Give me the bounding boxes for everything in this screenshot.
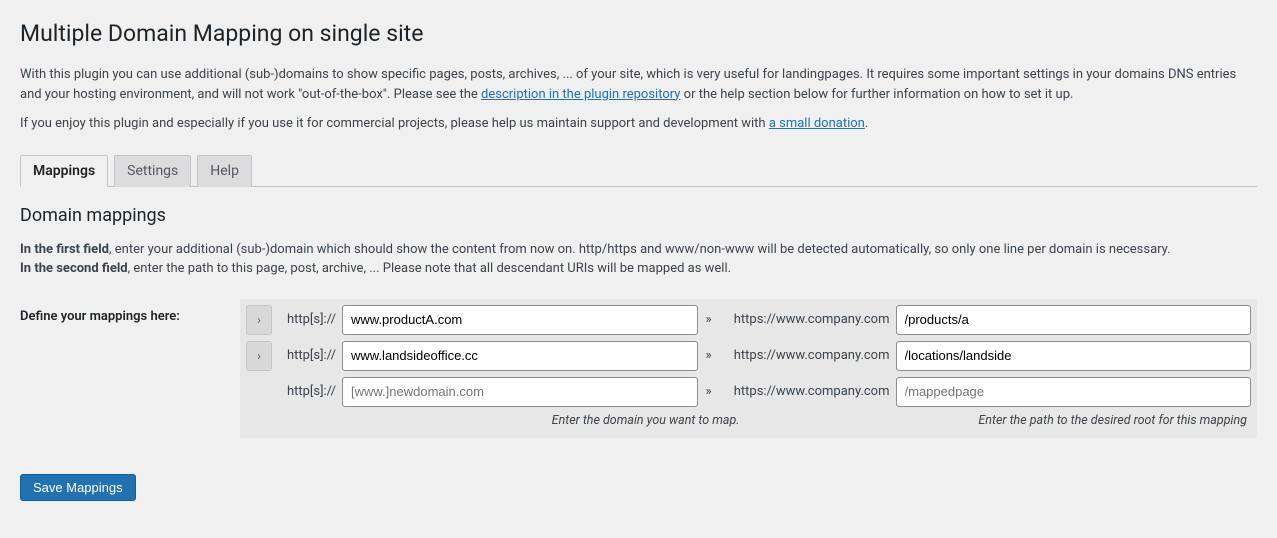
instruction-text-1: , enter your additional (sub-)domain whi… <box>109 242 1171 257</box>
instruction-bold-2: In the second field <box>20 261 128 276</box>
scheme-label: http[s]:// <box>278 384 336 399</box>
instruction-bold-1: In the first field <box>20 242 109 257</box>
path-input-new[interactable] <box>896 377 1252 407</box>
instruction-line-1: In the first field, enter your additiona… <box>20 240 1257 279</box>
tab-mappings[interactable]: Mappings <box>20 155 108 187</box>
mapping-row: › http[s]:// » https://www.company.com <box>246 341 1251 371</box>
arrow-icon: » <box>704 384 714 399</box>
donate-link[interactable]: a small donation <box>769 116 865 131</box>
chevron-right-icon: › <box>257 349 261 363</box>
arrow-icon: » <box>704 312 714 327</box>
chevron-right-icon: › <box>257 313 261 327</box>
repo-link[interactable]: description in the plugin repository <box>481 87 680 102</box>
tab-help[interactable]: Help <box>197 155 252 187</box>
hints-row: Enter the domain you want to map. Enter … <box>246 413 1251 432</box>
arrow-icon: » <box>704 348 714 363</box>
base-url-label: https://www.company.com <box>720 348 890 363</box>
donate-text-2: . <box>865 116 868 131</box>
tab-settings[interactable]: Settings <box>114 155 191 187</box>
path-input[interactable] <box>896 341 1252 371</box>
donate-text-1: If you enjoy this plugin and especially … <box>20 116 769 131</box>
instruction-text-2: , enter the path to this page, post, arc… <box>128 261 731 276</box>
save-mappings-button[interactable]: Save Mappings <box>20 474 136 501</box>
scheme-label: http[s]:// <box>278 312 336 327</box>
domain-hint: Enter the domain you want to map. <box>250 413 758 428</box>
expand-button[interactable]: › <box>246 305 272 335</box>
domain-input-new[interactable] <box>342 377 698 407</box>
path-hint: Enter the path to the desired root for t… <box>758 413 1248 428</box>
scheme-label: http[s]:// <box>278 348 336 363</box>
mapping-row-new: http[s]:// » https://www.company.com <box>246 377 1251 407</box>
path-input[interactable] <box>896 305 1252 335</box>
intro-text-2: or the help section below for further in… <box>680 87 1073 102</box>
expand-button[interactable]: › <box>246 341 272 371</box>
mapping-row: › http[s]:// » https://www.company.com <box>246 305 1251 335</box>
donate-paragraph: If you enjoy this plugin and especially … <box>20 114 1257 134</box>
domain-input[interactable] <box>342 305 698 335</box>
domain-input[interactable] <box>342 341 698 371</box>
base-url-label: https://www.company.com <box>720 312 890 327</box>
mappings-box: › http[s]:// » https://www.company.com ›… <box>240 299 1257 438</box>
section-title: Domain mappings <box>20 205 1257 226</box>
intro-paragraph: With this plugin you can use additional … <box>20 65 1257 104</box>
tab-bar: Mappings Settings Help <box>20 154 1257 187</box>
base-url-label: https://www.company.com <box>720 384 890 399</box>
page-title: Multiple Domain Mapping on single site <box>20 20 1257 47</box>
define-label: Define your mappings here: <box>20 299 240 324</box>
